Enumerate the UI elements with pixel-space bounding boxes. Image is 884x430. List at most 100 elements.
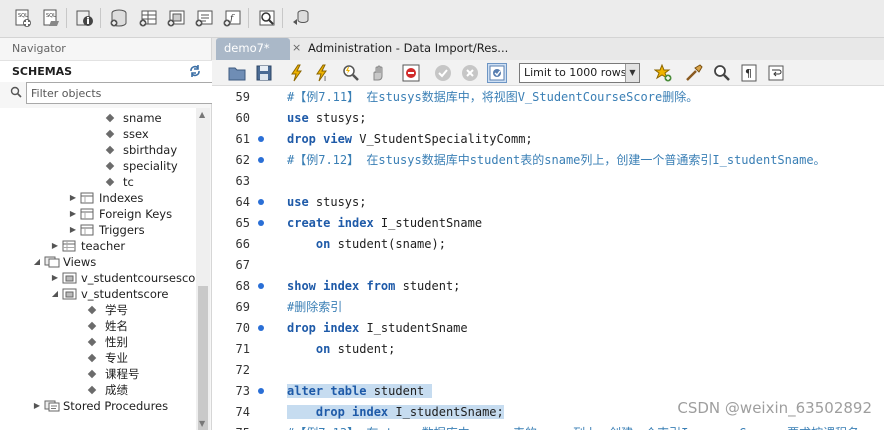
- collapsed-arrow-icon[interactable]: ▶: [50, 270, 60, 286]
- create-procedure-icon[interactable]: [193, 7, 215, 29]
- collapsed-arrow-icon[interactable]: ▶: [32, 398, 42, 414]
- code-line[interactable]: #删除索引: [287, 297, 342, 318]
- tree-item[interactable]: ▶ Foreign Keys: [68, 206, 172, 222]
- tree-item[interactable]: 性别: [86, 334, 128, 350]
- find-icon[interactable]: [712, 63, 732, 83]
- beautify-icon[interactable]: [684, 63, 704, 83]
- toggle-error-stop-icon[interactable]: [401, 63, 421, 83]
- create-table-icon[interactable]: [137, 7, 159, 29]
- navigator-scrollbar[interactable]: ▲ ▼: [196, 108, 210, 430]
- code-line[interactable]: drop index I_studentSname: [287, 318, 468, 339]
- tree-item-label: Views: [63, 255, 97, 269]
- inspector-icon[interactable]: [74, 7, 96, 29]
- code-line[interactable]: on student(sname);: [287, 234, 446, 255]
- code-line[interactable]: #【例7.12】 在stusys数据库中student表的sname列上，创建一…: [287, 150, 826, 171]
- sql-keyword: on: [315, 237, 331, 251]
- collapsed-arrow-icon[interactable]: ▶: [50, 238, 60, 254]
- tree-item-label: 成绩: [105, 383, 128, 397]
- collapsed-arrow-icon[interactable]: ▶: [68, 190, 78, 206]
- tree-item[interactable]: 学号: [86, 302, 128, 318]
- tree-item[interactable]: 专业: [86, 350, 128, 366]
- code-line[interactable]: drop index I_studentSname;: [287, 402, 504, 423]
- tree-item[interactable]: tc: [104, 174, 134, 190]
- filter-objects-input[interactable]: [26, 82, 213, 104]
- tree-item[interactable]: ▶ teacher: [50, 238, 125, 254]
- add-snippet-icon[interactable]: [653, 63, 673, 83]
- explain-icon[interactable]: [341, 63, 361, 83]
- limit-rows-select[interactable]: Limit to 1000 rows ▼: [519, 63, 640, 83]
- scrollbar-thumb[interactable]: [198, 286, 208, 430]
- scroll-up-icon[interactable]: ▲: [199, 110, 205, 119]
- tree-item[interactable]: ▶ Triggers: [68, 222, 145, 238]
- execute-current-statement-icon[interactable]: I: [313, 63, 333, 83]
- tree-item-label: v_studentcoursescore: [81, 271, 196, 285]
- tree-item[interactable]: 课程号: [86, 366, 140, 382]
- code-line[interactable]: create index I_studentSname: [287, 213, 482, 234]
- sql-comment: #【例7.12】 在stusys数据库中student表的sname列上，创建一…: [287, 153, 826, 167]
- code-line[interactable]: use stusys;: [287, 108, 366, 129]
- tree-item[interactable]: sbirthday: [104, 142, 177, 158]
- column-icon: [87, 305, 97, 315]
- code-line[interactable]: alter table student: [287, 381, 432, 402]
- save-icon[interactable]: [254, 63, 274, 83]
- open-sql-script-icon[interactable]: SQL: [40, 7, 62, 29]
- scroll-down-icon[interactable]: ▼: [199, 419, 205, 428]
- open-file-icon[interactable]: [227, 63, 247, 83]
- sql-editor[interactable]: 59 60 61 62 63 64 65 66 67 68 69 70 71 72 73 74 75 #【例7.…: [212, 86, 884, 430]
- code-line[interactable]: #【例7.11】 在stusys数据库中，将视图V_StudentCourseS…: [287, 87, 698, 108]
- tree-item[interactable]: ◢ v_studentscore: [50, 286, 169, 302]
- new-sql-tab-icon[interactable]: SQL: [12, 7, 34, 29]
- sql-keyword: alter table: [287, 384, 367, 398]
- code-line[interactable]: #【例7.13】 在stusys数据库中course表的cname列上，创建一个…: [287, 423, 859, 430]
- tree-item-label: Triggers: [99, 223, 145, 237]
- chevron-down-icon[interactable]: ▼: [625, 64, 639, 82]
- execute-icon[interactable]: [287, 63, 307, 83]
- code-line[interactable]: use stusys;: [287, 192, 366, 213]
- search-table-data-icon[interactable]: [256, 7, 278, 29]
- sql-text: I_studentSname;: [388, 405, 504, 419]
- sql-comment: #【例7.11】 在stusys数据库中，将视图V_StudentCourseS…: [287, 90, 699, 104]
- collapsed-arrow-icon[interactable]: ▶: [68, 206, 78, 222]
- expanded-arrow-icon[interactable]: ◢: [32, 254, 42, 270]
- tree-item[interactable]: 成绩: [86, 382, 128, 398]
- tree-item[interactable]: ▶ Stored Procedures: [32, 398, 168, 414]
- create-view-icon[interactable]: [165, 7, 187, 29]
- editor-tabbar: demo7* × Administration - Data Import/Re…: [212, 38, 884, 60]
- invisible-chars-icon[interactable]: ¶: [739, 63, 759, 83]
- word-wrap-icon[interactable]: [766, 63, 786, 83]
- svg-text:SQL: SQL: [46, 13, 56, 19]
- toggle-autocommit-icon[interactable]: [487, 63, 507, 83]
- line-number: 63: [235, 174, 250, 188]
- sql-text: I_studentSname: [359, 321, 468, 335]
- tree-item[interactable]: sname: [104, 110, 162, 126]
- refresh-schemas-icon[interactable]: [188, 64, 202, 81]
- commit-icon[interactable]: [433, 63, 453, 83]
- code-line[interactable]: drop view V_StudentSpecialityComm;: [287, 129, 533, 150]
- stop-icon[interactable]: [368, 63, 388, 83]
- tree-item[interactable]: ▶ Indexes: [68, 190, 143, 206]
- tree-item[interactable]: ▶ v_studentcoursescore: [50, 270, 196, 286]
- tree-item-label: teacher: [81, 239, 126, 253]
- code-line[interactable]: show index from student;: [287, 276, 460, 297]
- main-toolbar: SQL SQL f: [0, 0, 884, 38]
- collapsed-arrow-icon[interactable]: ▶: [68, 222, 78, 238]
- tab-demo7[interactable]: demo7*: [216, 38, 290, 60]
- expanded-arrow-icon[interactable]: ◢: [50, 286, 60, 302]
- tree-item[interactable]: speciality: [104, 158, 178, 174]
- tree-item-label: tc: [123, 175, 134, 189]
- rollback-icon[interactable]: [460, 63, 480, 83]
- code-line[interactable]: on student;: [287, 339, 395, 360]
- create-schema-icon[interactable]: [108, 7, 130, 29]
- tree-item[interactable]: ssex: [104, 126, 149, 142]
- reconnect-icon[interactable]: [290, 7, 312, 29]
- sql-keyword: show index from: [287, 279, 396, 293]
- tab-administration-data-import[interactable]: Administration - Data Import/Res...: [300, 38, 508, 60]
- view-icon: [62, 272, 77, 284]
- tree-item[interactable]: 姓名: [86, 318, 128, 334]
- create-function-icon[interactable]: f: [221, 7, 243, 29]
- tree-item[interactable]: ◢ Views: [32, 254, 96, 270]
- navigator-panel: Navigator SCHEMAS sname ssex sbirthday spec…: [0, 38, 213, 430]
- sql-comment: #【例7.13】 在stusys数据库中course表的cname列上，创建一个…: [287, 426, 859, 430]
- sql-text: stusys;: [308, 195, 367, 209]
